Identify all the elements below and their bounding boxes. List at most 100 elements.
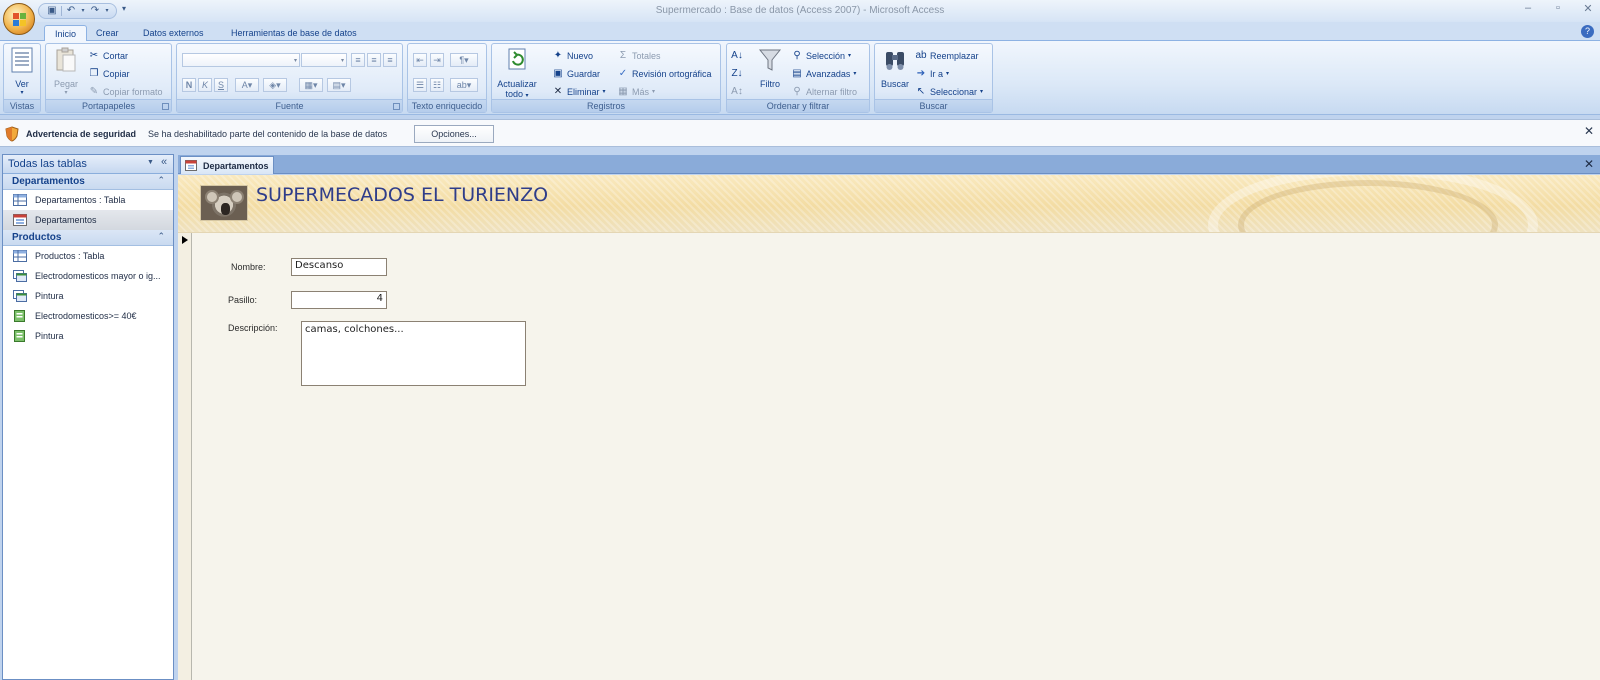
- filtro-button[interactable]: Filtro: [753, 46, 787, 89]
- group-label-buscar: Buscar: [875, 99, 992, 112]
- nuevo-label: Nuevo: [567, 50, 594, 61]
- nav-item-productos-tabla[interactable]: Productos : Tabla: [3, 246, 173, 266]
- form-header: SUPERMECADOS EL TURIENZO: [178, 175, 1600, 233]
- descripcion-label: Descripción:: [228, 323, 278, 333]
- tab-departamentos[interactable]: Departamentos: [180, 156, 274, 174]
- collapse-group-icon[interactable]: ⌃: [157, 231, 165, 242]
- save-icon[interactable]: ▣: [45, 5, 59, 17]
- ir-a-label: Ir a: [930, 68, 944, 79]
- undo-dropdown-icon[interactable]: ▾: [80, 5, 86, 17]
- nav-group-label: Productos: [12, 232, 62, 243]
- nav-item-label: Electrodomesticos>= 40€: [35, 311, 137, 321]
- copiar-button[interactable]: ❐ Copiar: [88, 66, 130, 81]
- report-icon: [14, 310, 25, 322]
- align-right-icon[interactable]: ≡: [383, 53, 397, 67]
- fill-color-icon[interactable]: ◈▾: [263, 78, 287, 92]
- align-left-icon[interactable]: ≡: [351, 53, 365, 67]
- avanzadas-button[interactable]: ▤ Avanzadas ▾: [791, 66, 856, 81]
- nombre-field[interactable]: Descanso: [291, 258, 387, 276]
- redo-dropdown-icon[interactable]: ▾: [104, 5, 110, 17]
- copiar-label: Copiar: [103, 68, 130, 79]
- collapse-group-icon[interactable]: ⌃: [157, 175, 165, 186]
- clear-sort-button[interactable]: A↕: [731, 84, 743, 99]
- alternate-fill-icon[interactable]: ▤▾: [327, 78, 351, 92]
- paragraph-direction-icon[interactable]: ¶▾: [450, 53, 478, 67]
- descripcion-field[interactable]: camas, colchones...: [301, 321, 526, 386]
- nav-group-productos[interactable]: Productos ⌃: [3, 230, 173, 246]
- cortar-button[interactable]: ✂ Cortar: [88, 48, 128, 63]
- sort-descending-button[interactable]: Z↓: [731, 66, 743, 81]
- revision-ortografica-button[interactable]: ✓ Revisión ortográfica: [617, 66, 712, 81]
- collapse-pane-icon[interactable]: «: [161, 156, 167, 168]
- chevron-down-icon: ▾: [980, 89, 984, 95]
- revision-label: Revisión ortográfica: [632, 68, 712, 79]
- tab-crear[interactable]: Crear: [86, 25, 129, 42]
- sort-ascending-button[interactable]: A↓: [731, 48, 743, 63]
- font-name-combo[interactable]: ▾: [182, 53, 300, 67]
- decrease-indent-icon[interactable]: ⇤: [413, 53, 427, 67]
- nav-item-electrodomesticos-report[interactable]: Electrodomesticos>= 40€: [3, 306, 173, 326]
- eliminar-button[interactable]: ✕ Eliminar ▾: [552, 84, 606, 99]
- nav-header[interactable]: Todas las tablas ▼ «: [3, 155, 173, 174]
- copiar-formato-button[interactable]: ✎ Copiar formato: [88, 84, 163, 99]
- dialog-launcher-icon[interactable]: [393, 103, 400, 110]
- alternar-filtro-button[interactable]: ⚲ Alternar filtro: [791, 84, 857, 99]
- ir-a-button[interactable]: ➔ Ir a ▾: [915, 66, 949, 81]
- query-icon: [13, 290, 27, 302]
- pegar-button[interactable]: Pegar ▾: [50, 46, 82, 96]
- reemplazar-button[interactable]: ab Reemplazar: [915, 48, 978, 63]
- title-bar: Supermercado : Base de datos (Access 200…: [0, 0, 1600, 22]
- gridlines-icon[interactable]: ▦▾: [299, 78, 323, 92]
- nav-item-label: Productos : Tabla: [35, 251, 105, 261]
- mas-button[interactable]: ▦ Más ▾: [617, 84, 655, 99]
- nav-item-departamentos-form[interactable]: Departamentos: [3, 210, 173, 230]
- font-color-icon[interactable]: A▾: [235, 78, 259, 92]
- chevron-down-icon: ▾: [20, 90, 24, 96]
- nav-item-pintura-query[interactable]: Pintura: [3, 286, 173, 306]
- nav-item-departamentos-tabla[interactable]: Departamentos : Tabla: [3, 190, 173, 210]
- minimize-icon[interactable]: –: [1522, 2, 1534, 15]
- align-center-icon[interactable]: ≡: [367, 53, 381, 67]
- nuevo-button[interactable]: ✦ Nuevo: [552, 48, 593, 63]
- redo-icon[interactable]: ↷: [88, 5, 102, 17]
- opciones-button[interactable]: Opciones...: [414, 125, 494, 143]
- close-icon[interactable]: ✕: [1582, 2, 1594, 15]
- close-icon[interactable]: ✕: [1584, 124, 1594, 138]
- customize-toolbar-icon[interactable]: ▾: [122, 4, 126, 13]
- record-selector[interactable]: [178, 233, 192, 680]
- tab-inicio[interactable]: Inicio: [44, 25, 88, 42]
- seleccion-button[interactable]: ⚲ Selección ▾: [791, 48, 851, 63]
- close-icon[interactable]: ✕: [1584, 157, 1594, 171]
- pasillo-field[interactable]: 4: [291, 291, 387, 309]
- totales-button[interactable]: Σ Totales: [617, 48, 661, 63]
- buscar-button[interactable]: Buscar: [878, 46, 912, 89]
- nav-item-pintura-report[interactable]: Pintura: [3, 326, 173, 346]
- actualizar-todo-button[interactable]: Actualizar todo ▾: [496, 46, 538, 99]
- office-button[interactable]: [3, 3, 35, 35]
- chevron-down-icon[interactable]: ▼: [147, 159, 154, 166]
- ribbon-tabs: Inicio Crear Datos externos Herramientas…: [0, 22, 1600, 42]
- tab-herramientas[interactable]: Herramientas de base de datos: [221, 25, 367, 42]
- bullets-icon[interactable]: ☷: [430, 78, 444, 92]
- guardar-button[interactable]: ▣ Guardar: [552, 66, 600, 81]
- help-icon[interactable]: ?: [1581, 25, 1594, 38]
- underline-button[interactable]: S: [214, 78, 228, 92]
- nav-group-departamentos[interactable]: Departamentos ⌃: [3, 174, 173, 190]
- seleccionar-button[interactable]: ↖ Seleccionar ▾: [915, 84, 983, 99]
- highlight-icon[interactable]: ab▾: [450, 78, 478, 92]
- nav-item-electrodomesticos-query[interactable]: Electrodomesticos mayor o ig...: [3, 266, 173, 286]
- shield-icon: [5, 126, 19, 142]
- qat-separator: [61, 6, 62, 16]
- italic-button[interactable]: K: [198, 78, 212, 92]
- restore-icon[interactable]: ▫: [1552, 2, 1564, 15]
- pasillo-label: Pasillo:: [228, 295, 258, 305]
- dialog-launcher-icon[interactable]: [162, 103, 169, 110]
- undo-icon[interactable]: ↶: [64, 5, 78, 17]
- numbering-icon[interactable]: ☰: [413, 78, 427, 92]
- font-size-combo[interactable]: ▾: [301, 53, 347, 67]
- ver-button[interactable]: Ver ▾: [7, 46, 37, 96]
- increase-indent-icon[interactable]: ⇥: [430, 53, 444, 67]
- bold-button[interactable]: N: [182, 78, 196, 92]
- tab-datos-externos[interactable]: Datos externos: [133, 25, 214, 42]
- document-tabs: Departamentos ✕: [178, 155, 1600, 174]
